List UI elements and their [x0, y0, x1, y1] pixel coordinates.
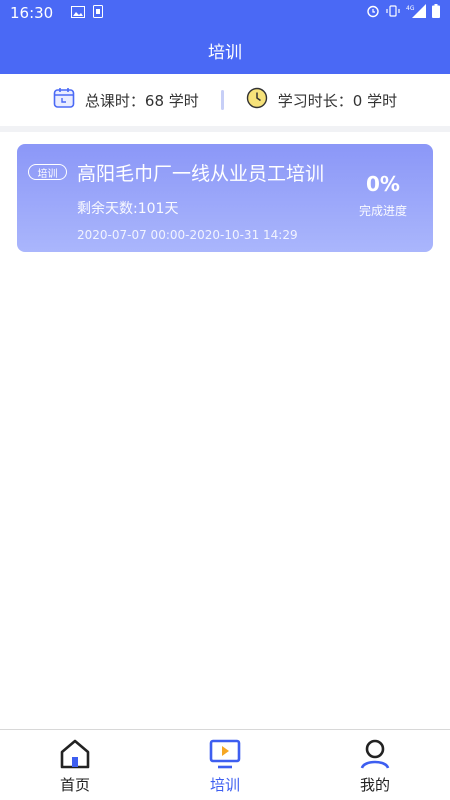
stats-bar: 总课时：68 学时 学习时长：0 学时	[0, 74, 450, 126]
course-progress-label: 完成进度	[358, 204, 407, 218]
nav-mine[interactable]: 我的	[300, 730, 450, 800]
course-card[interactable]: 培训 高阳毛巾厂一线从业员工培训 剩余天数:101天 2020-07-07 00…	[17, 144, 433, 252]
section-divider	[0, 126, 450, 132]
calendar-icon	[53, 87, 75, 113]
home-icon	[59, 738, 91, 770]
bottom-nav: 首页 培训 我的	[0, 729, 450, 800]
sim-icon	[93, 4, 104, 22]
gallery-icon	[71, 4, 86, 22]
page-title: 培训	[208, 42, 242, 63]
vibrate-icon	[386, 4, 400, 22]
status-time: 16:30	[10, 4, 54, 22]
course-remaining-days: 剩余天数:101天	[77, 201, 179, 217]
nav-training[interactable]: 培训	[150, 730, 300, 800]
status-bar: 16:30 4G	[0, 0, 450, 26]
nav-home[interactable]: 首页	[0, 730, 150, 800]
video-icon	[209, 738, 241, 770]
total-hours-stat: 总课时：68 学时	[53, 87, 199, 113]
app-bar: 培训	[0, 26, 450, 74]
total-hours-label: 总课时：68 学时	[84, 91, 199, 110]
stats-divider	[220, 90, 224, 110]
svg-text:4G: 4G	[406, 5, 415, 12]
nav-home-label: 首页	[59, 776, 90, 794]
battery-icon	[432, 4, 440, 22]
study-time-label: 学习时长：0 学时	[277, 91, 398, 110]
course-title: 高阳毛巾厂一线从业员工培训	[77, 163, 325, 185]
study-time-stat: 学习时长：0 学时	[246, 87, 397, 113]
signal-icon: 4G	[406, 4, 426, 22]
nav-mine-label: 我的	[359, 776, 390, 794]
alarm-icon	[366, 4, 380, 22]
course-progress-value: 0%	[366, 172, 400, 196]
clock-icon	[246, 87, 268, 113]
course-date-range: 2020-07-07 00:00-2020-10-31 14:29	[77, 228, 298, 242]
nav-training-label: 培训	[209, 776, 240, 794]
course-tag: 培训	[28, 164, 67, 180]
user-icon	[359, 738, 391, 770]
